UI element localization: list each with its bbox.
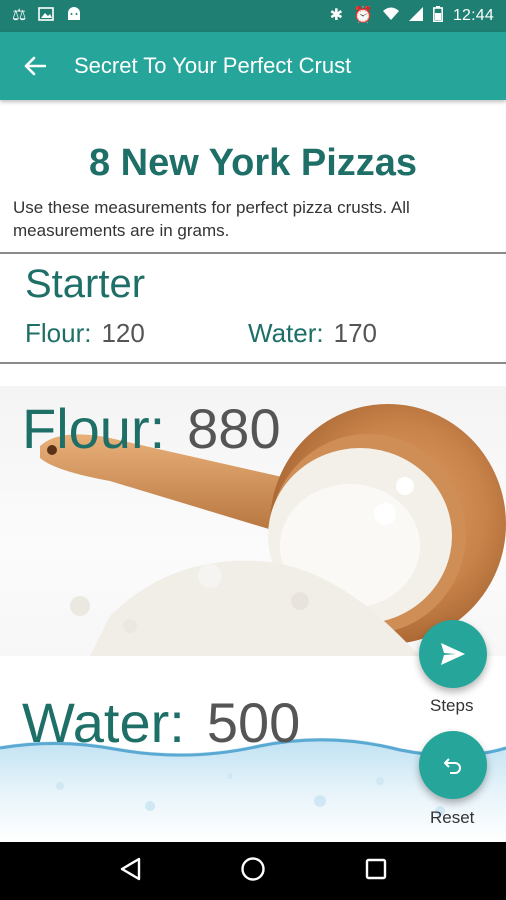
starter-flour-value: 120 [101, 318, 145, 348]
android-icon [66, 7, 82, 25]
scale-icon: ⚖ [12, 7, 27, 24]
steps-button[interactable] [419, 620, 487, 688]
flour-section: Flour: 880 [0, 386, 506, 656]
starter-title: Starter [25, 262, 146, 306]
navigation-bar [0, 842, 506, 900]
status-system: ✱ ⏰ 12:44 [330, 6, 494, 26]
signal-icon [408, 7, 423, 25]
battery-icon [432, 6, 443, 26]
starter-card: Starter Flour: 120 Water: 170 [0, 252, 506, 364]
reset-button[interactable] [419, 731, 487, 799]
alarm-icon: ⏰ [353, 7, 373, 24]
starter-flour-label: Flour: [25, 318, 92, 348]
send-icon [441, 643, 465, 665]
bluetooth-icon: ✱ [329, 7, 344, 24]
steps-label: Steps [430, 696, 474, 715]
starter-flour: Flour: 120 [25, 318, 145, 349]
flour-value: 880 [187, 397, 281, 460]
content-area[interactable]: 8 New York Pizzas Use these measurements… [0, 100, 506, 842]
image-icon [38, 7, 55, 25]
app-title: Secret To Your Perfect Crust [74, 53, 352, 78]
back-nav-icon[interactable] [119, 857, 141, 886]
flour-amount: Flour: 880 [22, 396, 281, 461]
flour-label: Flour: [22, 397, 166, 460]
starter-water-label: Water: [248, 318, 324, 348]
page-subtitle: Use these measurements for perfect pizza… [13, 198, 410, 240]
starter-water: Water: 170 [248, 318, 377, 349]
clock: 12:44 [452, 7, 494, 24]
water-amount: Water: 500 [22, 690, 300, 755]
starter-water-value: 170 [333, 318, 377, 348]
wifi-icon [382, 7, 399, 25]
reset-label: Reset [430, 808, 475, 827]
status-bar: ⚖ ✱ ⏰ 12:44 [0, 0, 506, 32]
water-label: Water: [22, 691, 185, 754]
back-arrow-icon[interactable] [18, 49, 52, 83]
home-nav-icon[interactable] [240, 856, 266, 887]
page-title: 8 New York Pizzas [88, 142, 418, 184]
undo-icon [444, 758, 461, 774]
app-bar: Secret To Your Perfect Crust [0, 32, 506, 100]
recents-nav-icon[interactable] [365, 858, 387, 885]
water-value: 500 [206, 691, 301, 754]
status-notifications: ⚖ [12, 7, 82, 25]
